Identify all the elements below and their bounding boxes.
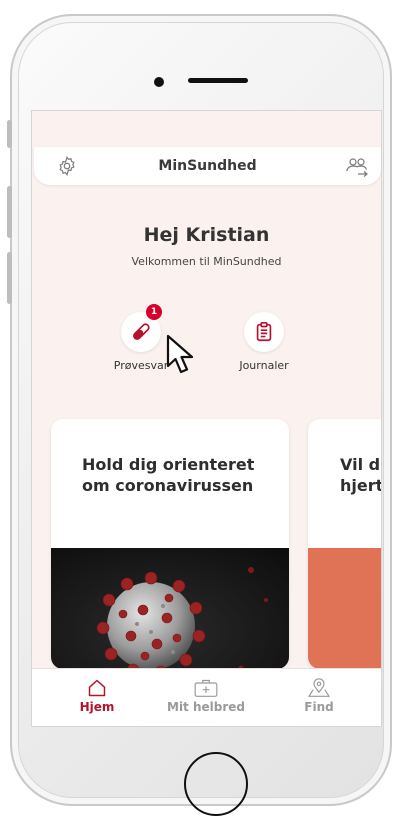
volume-down-button <box>7 252 12 304</box>
mouse-cursor-icon <box>166 334 194 374</box>
tab-mit-helbred[interactable]: Mit helbred <box>151 669 261 714</box>
medical-kit-icon <box>194 679 218 697</box>
map-pin-icon <box>307 678 331 697</box>
coronavirus-image <box>51 548 289 669</box>
app-screen: MinSundhed Hej Kristian Velkommen til Mi… <box>31 110 382 727</box>
front-camera <box>154 77 164 87</box>
tab-mit-helbred-label: Mit helbred <box>167 700 245 714</box>
earpiece-speaker <box>188 78 248 83</box>
news-card-heart-image <box>308 548 381 669</box>
tab-hjem-label: Hjem <box>79 700 115 714</box>
app-header: MinSundhed <box>34 147 381 185</box>
tab-find-label: Find <box>304 700 334 714</box>
shortcut-journaler-circle[interactable] <box>244 312 284 352</box>
greeting-title: Hej Kristian <box>143 224 270 246</box>
home-button[interactable] <box>184 752 248 816</box>
news-card-heart-title: Vil du hjerte <box>340 455 381 495</box>
tab-bar: Hjem Mit helbred Find <box>32 668 381 726</box>
clipboard-icon <box>256 322 272 342</box>
volume-up-button <box>7 186 12 238</box>
news-card-heart[interactable]: Vil du hjerte <box>308 419 381 669</box>
shortcut-journaler[interactable]: Journaler <box>219 312 309 372</box>
mute-switch <box>7 120 12 148</box>
tab-find[interactable]: Find <box>264 669 374 714</box>
home-icon <box>88 679 106 697</box>
tab-hjem[interactable]: Hjem <box>42 669 152 714</box>
news-card-corona[interactable]: Hold dig orienteret om coronavirussen <box>51 419 289 669</box>
news-card-corona-title: Hold dig orienteret om coronavirussen <box>82 455 255 495</box>
page-title: MinSundhed <box>158 158 257 174</box>
greeting-subtitle: Velkommen til MinSundhed <box>131 255 282 268</box>
shortcut-journaler-label: Journaler <box>239 359 289 372</box>
shortcut-provesvar-circle[interactable]: 1 <box>121 304 162 352</box>
switch-user-icon[interactable] <box>345 155 368 177</box>
test-tube-icon <box>133 323 150 340</box>
notification-badge: 1 <box>146 304 162 320</box>
